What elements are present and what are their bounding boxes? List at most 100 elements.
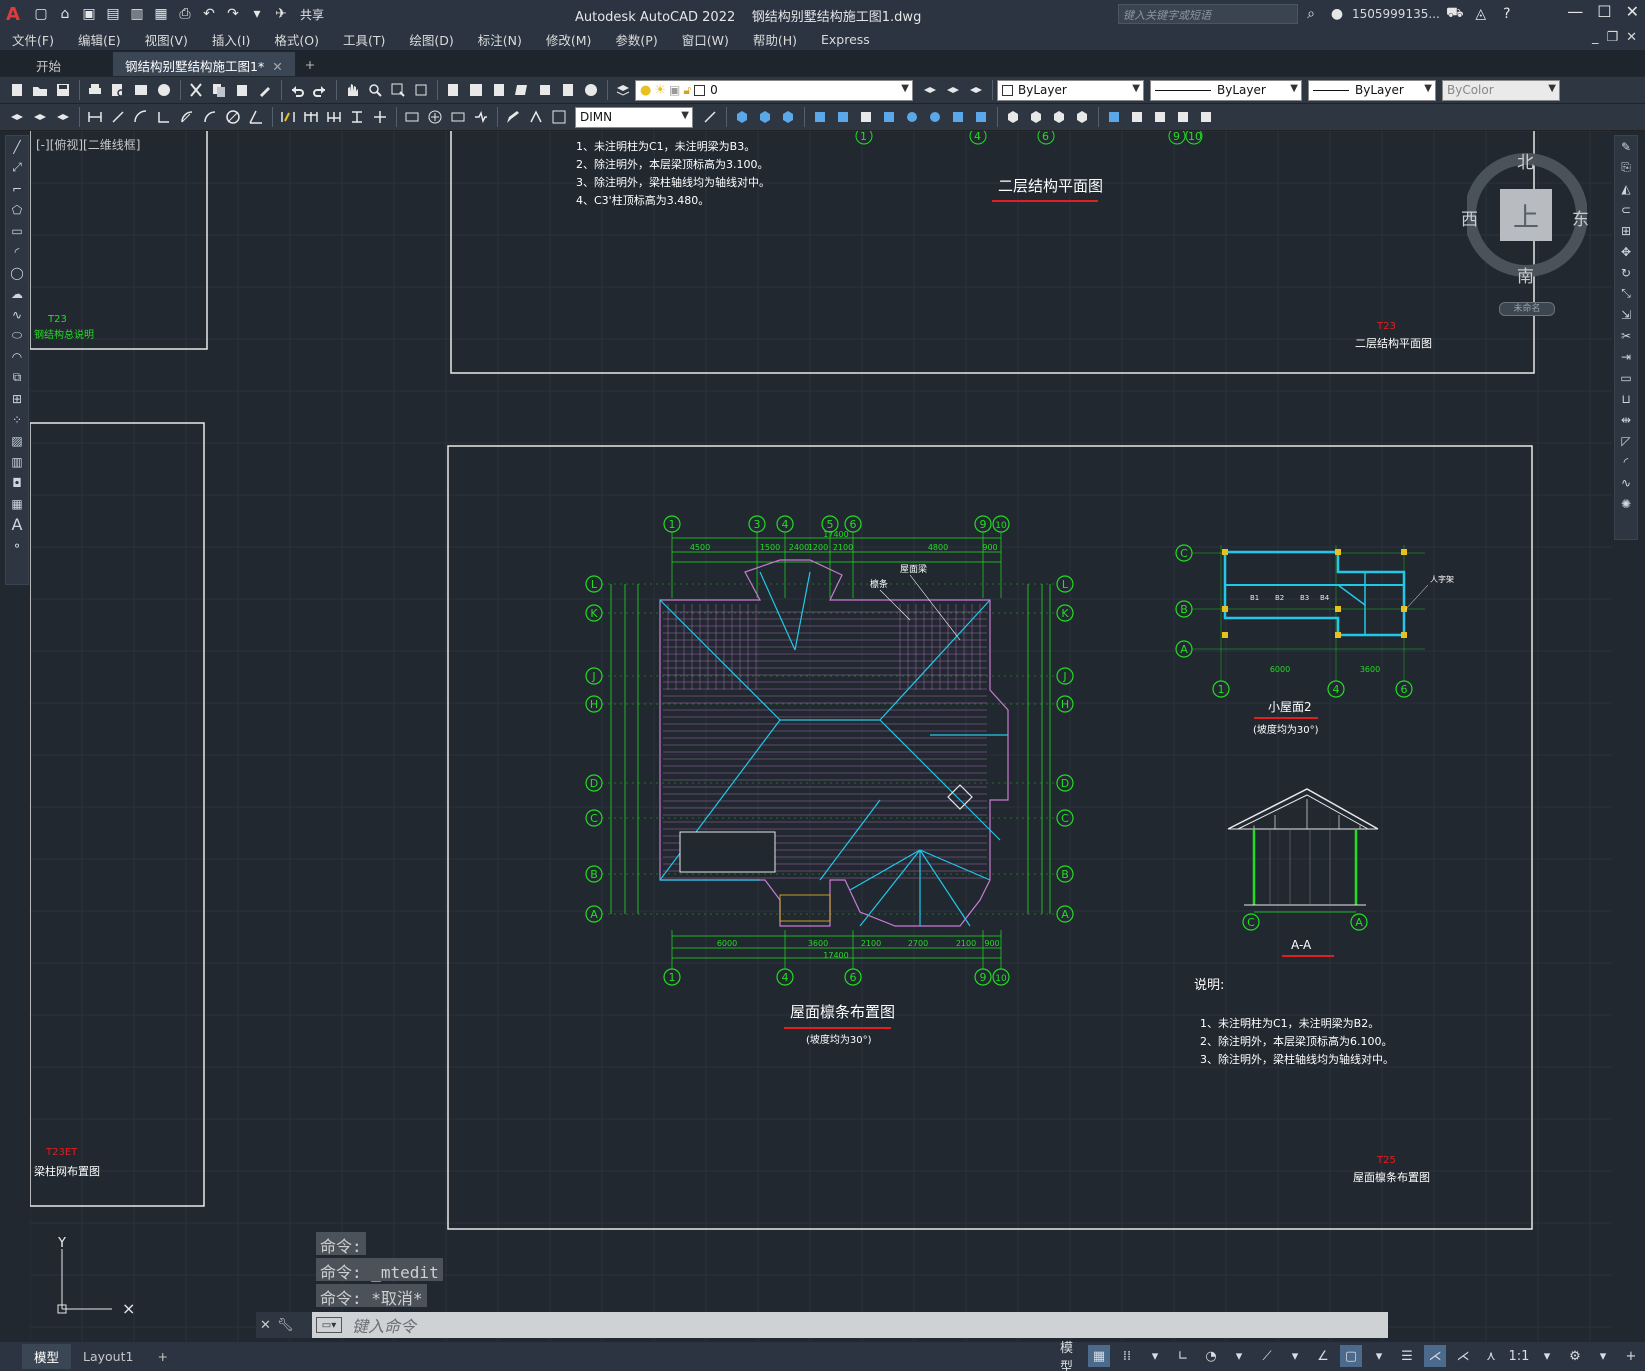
menu-edit[interactable]: 编辑(E) — [66, 30, 133, 49]
make-current-layer-icon[interactable] — [919, 80, 940, 101]
workspace-gear-icon[interactable]: ⚙ — [1564, 1345, 1586, 1367]
cart-icon[interactable]: ⛟ — [1444, 3, 1466, 25]
layer-match-icon[interactable] — [29, 107, 50, 128]
polar-icon[interactable]: ◔ — [1200, 1345, 1222, 1367]
drawing-canvas[interactable]: T23 钢结构总说明 T23ET 梁柱网布置图 1、未注明柱为C1，未注明梁为B… — [30, 131, 1612, 1341]
snap-icon[interactable]: ⁞⁞ — [1116, 1345, 1138, 1367]
dim-text-edit-icon[interactable] — [525, 107, 546, 128]
layer-state-icon[interactable] — [965, 80, 986, 101]
menu-window[interactable]: 窗口(W) — [670, 30, 741, 49]
plotstyle-dropdown[interactable]: ByColor ▼ — [1442, 79, 1560, 101]
lineweight-dropdown[interactable]: ByLayer ▼ — [1308, 79, 1436, 101]
markup-icon[interactable] — [534, 80, 555, 101]
dim-space-icon[interactable] — [346, 107, 367, 128]
doc-restore-icon[interactable]: ❐ — [1606, 30, 1618, 45]
layer-dropdown[interactable]: ● ☀ ▣ 🔓︎ 0 ▼ — [635, 79, 913, 101]
break-icon[interactable]: ⊔ — [1615, 388, 1637, 409]
solid-sweep-icon[interactable] — [855, 107, 876, 128]
object-snap-menu-icon[interactable]: ▾ — [1368, 1345, 1390, 1367]
add-selected-icon[interactable]: ⚬ — [6, 535, 28, 556]
solid-extrude-icon[interactable] — [809, 107, 830, 128]
close-icon[interactable]: ✕ — [1626, 2, 1639, 21]
properties-icon[interactable] — [442, 80, 463, 101]
tab-close-icon[interactable]: ✕ — [272, 59, 282, 74]
add-layout-icon[interactable]: + — [145, 1346, 179, 1367]
redo-arrow-icon[interactable] — [309, 80, 330, 101]
arc-icon[interactable]: ◜ — [6, 241, 28, 262]
hatch-icon[interactable]: ▨ — [6, 430, 28, 451]
ucs-face-icon[interactable] — [1172, 107, 1193, 128]
blend-curves-icon[interactable]: ∿ — [1615, 472, 1637, 493]
dim-edit-icon[interactable] — [502, 107, 523, 128]
point-icon[interactable]: ⁘ — [6, 409, 28, 430]
plot-preview-icon[interactable] — [107, 80, 128, 101]
workspace-menu-icon[interactable]: ▾ — [1592, 1345, 1614, 1367]
dim-continue-icon[interactable] — [323, 107, 344, 128]
scale-menu-icon[interactable]: ▾ — [1536, 1345, 1558, 1367]
lineweight-icon[interactable]: ☰ — [1396, 1345, 1418, 1367]
erase-icon[interactable]: ✎ — [1615, 136, 1637, 157]
ellipse-arc-icon[interactable]: ◠ — [6, 346, 28, 367]
solid-subtract-icon[interactable] — [924, 107, 945, 128]
object-snap-tracking-icon[interactable]: ∠ — [1312, 1345, 1334, 1367]
menu-draw[interactable]: 绘图(D) — [397, 30, 465, 49]
layer-lock-icon[interactable]: 🔓︎ — [683, 83, 691, 98]
object-snap-icon[interactable]: ▢ — [1340, 1345, 1362, 1367]
circle-icon[interactable]: ◯ — [6, 262, 28, 283]
3d-box-icon[interactable] — [731, 107, 752, 128]
solid-intersect-icon[interactable] — [947, 107, 968, 128]
polar-menu-icon[interactable]: ▾ — [1228, 1345, 1250, 1367]
solid-revolve-icon[interactable] — [832, 107, 853, 128]
plot-icon[interactable]: ⎙ — [174, 3, 196, 25]
layer-previous-icon[interactable] — [942, 80, 963, 101]
make-block-icon[interactable]: ⊞ — [6, 388, 28, 409]
dim-break-icon[interactable] — [369, 107, 390, 128]
linetype-dropdown[interactable]: ByLayer ▼ — [1150, 79, 1302, 101]
inspect-icon[interactable] — [447, 107, 468, 128]
viewcube[interactable]: 北 南 西 东 上 未命名 — [1461, 148, 1589, 316]
dim-radius-icon[interactable] — [176, 107, 197, 128]
dim-aligned-icon[interactable] — [107, 107, 128, 128]
move-icon[interactable]: ✥ — [1615, 241, 1637, 262]
match-properties-icon[interactable] — [254, 80, 275, 101]
open-web-icon[interactable]: ▥ — [126, 3, 148, 25]
spline-icon[interactable]: ∿ — [6, 304, 28, 325]
new-file-icon[interactable] — [6, 80, 27, 101]
customize-qat-icon[interactable]: ▾ — [246, 3, 268, 25]
autodesk-app-icon[interactable]: ◬ — [1470, 3, 1492, 25]
break-point-icon[interactable]: ▭ — [1615, 367, 1637, 388]
extend-icon[interactable]: ⇥ — [1615, 346, 1637, 367]
layer-iso-icon[interactable] — [52, 107, 73, 128]
redo-icon[interactable]: ↷ — [222, 3, 244, 25]
solid-loft-icon[interactable] — [878, 107, 899, 128]
pan-hand-icon[interactable] — [341, 80, 362, 101]
layer-viewport-icon[interactable]: ▣ — [669, 83, 680, 97]
copy-object-icon[interactable]: ⎘ — [1615, 157, 1637, 178]
fillet-icon[interactable]: ◜ — [1615, 451, 1637, 472]
copy-icon[interactable] — [208, 80, 229, 101]
ucs-menu[interactable]: 未命名 — [1499, 302, 1555, 316]
insert-block-icon[interactable]: ⧉ — [6, 367, 28, 388]
doc-close-icon[interactable]: ✕ — [1626, 30, 1637, 45]
zoom-realtime-icon[interactable] — [364, 80, 385, 101]
ucs-icon[interactable] — [1103, 107, 1124, 128]
auto-scale-icon[interactable]: ⋌ — [1452, 1345, 1474, 1367]
open-file-icon[interactable] — [29, 80, 50, 101]
publish-icon[interactable] — [130, 80, 151, 101]
save-icon[interactable]: ▣ — [78, 3, 100, 25]
doc-minimize-icon[interactable]: _ — [1592, 30, 1599, 45]
scale-icon[interactable]: ⤡ — [1615, 283, 1637, 304]
3d-print-icon[interactable] — [153, 80, 174, 101]
viewcube-top-face[interactable]: 上 — [1500, 189, 1552, 241]
menu-tools[interactable]: 工具(T) — [331, 30, 397, 49]
tolerance-icon[interactable] — [401, 107, 422, 128]
dim-angular-icon[interactable] — [245, 107, 266, 128]
help-icon[interactable]: ? — [1496, 3, 1518, 25]
revision-cloud-icon[interactable]: ☁︎ — [6, 283, 28, 304]
new-tab-icon[interactable]: + — [295, 53, 325, 76]
trim-icon[interactable]: ✂ — [1615, 325, 1637, 346]
viewcube-south[interactable]: 南 — [1517, 262, 1534, 287]
calculator-icon[interactable] — [557, 80, 578, 101]
rotate-icon[interactable]: ↻ — [1615, 262, 1637, 283]
share-button[interactable]: 共享 — [300, 6, 324, 23]
